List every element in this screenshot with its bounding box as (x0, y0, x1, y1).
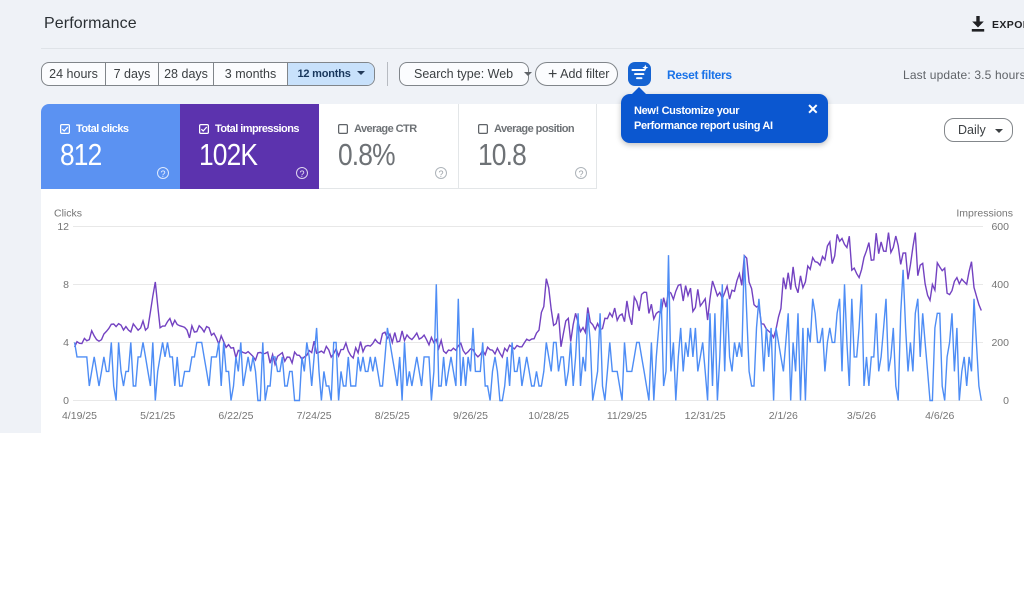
svg-text:0: 0 (1003, 395, 1009, 407)
svg-text:3/5/26: 3/5/26 (847, 410, 876, 422)
svg-text:8/25/25: 8/25/25 (375, 410, 410, 422)
svg-text:Impressions: Impressions (956, 208, 1013, 220)
svg-text:12: 12 (57, 221, 69, 233)
svg-text:6/22/25: 6/22/25 (218, 410, 253, 422)
svg-text:4: 4 (63, 337, 69, 349)
svg-text:8: 8 (63, 279, 69, 291)
svg-text:12/31/25: 12/31/25 (685, 410, 726, 422)
svg-text:4/6/26: 4/6/26 (925, 410, 954, 422)
svg-text:200: 200 (991, 337, 1009, 349)
svg-text:11/29/25: 11/29/25 (607, 410, 647, 422)
svg-text:4/19/25: 4/19/25 (62, 410, 97, 422)
svg-text:5/21/25: 5/21/25 (140, 410, 175, 422)
svg-text:Clicks: Clicks (54, 208, 82, 220)
svg-text:2/1/26: 2/1/26 (769, 410, 798, 422)
svg-text:9/26/25: 9/26/25 (453, 410, 488, 422)
svg-text:10/28/25: 10/28/25 (528, 410, 569, 422)
svg-text:7/24/25: 7/24/25 (297, 410, 332, 422)
svg-text:400: 400 (991, 279, 1009, 291)
svg-text:600: 600 (991, 221, 1009, 233)
svg-text:0: 0 (63, 395, 69, 407)
